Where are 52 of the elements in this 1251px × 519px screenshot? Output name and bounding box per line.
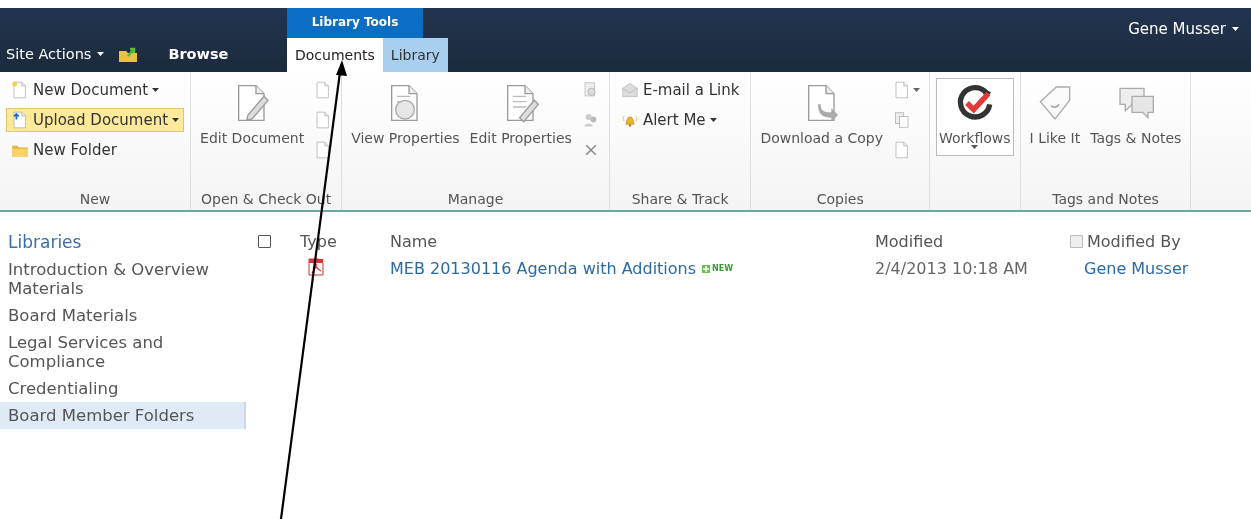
- site-actions-menu[interactable]: Site Actions: [6, 46, 105, 62]
- ribbon-button[interactable]: Alert Me: [615, 108, 745, 132]
- column-header[interactable]: Modified: [875, 232, 944, 251]
- ribbon-button[interactable]: View Properties: [348, 78, 463, 182]
- group-label: Share & Track: [630, 190, 730, 209]
- ribbon-button[interactable]: E-mail a Link: [615, 78, 745, 102]
- ribbon-button[interactable]: I Like It: [1026, 78, 1084, 182]
- sidebar-title[interactable]: Libraries: [0, 228, 246, 256]
- column-checkbox[interactable]: [1070, 235, 1083, 248]
- folder-arrow-icon[interactable]: [118, 46, 139, 62]
- caret-icon: [971, 145, 979, 149]
- copy-icon: [893, 111, 911, 129]
- user-menu[interactable]: Gene Musser: [1128, 20, 1239, 38]
- ribbon-button[interactable]: Tags & Notes: [1087, 78, 1185, 182]
- sidebar-item[interactable]: Board Materials: [0, 302, 246, 329]
- ribbon-tab[interactable]: Library: [382, 38, 448, 72]
- user-link[interactable]: Gene Musser: [1084, 259, 1189, 278]
- new-badge: NEW: [702, 264, 734, 273]
- caret-icon: [709, 118, 717, 122]
- column-header[interactable]: Name: [390, 232, 438, 251]
- group-label: Copies: [815, 190, 865, 209]
- caret-icon: [913, 88, 920, 92]
- group-label: Tags and Notes: [1051, 190, 1160, 209]
- browse-tab[interactable]: Browse: [168, 46, 229, 62]
- group-label: Manage: [446, 190, 505, 209]
- ribbon-button[interactable]: Edit Properties: [466, 78, 575, 182]
- caret-icon: [172, 118, 180, 122]
- caret-icon: [97, 52, 105, 56]
- upload-document-icon: [11, 111, 29, 129]
- select-all-checkbox[interactable]: [258, 235, 271, 248]
- ribbon-button[interactable]: Download a Copy: [757, 78, 886, 182]
- context-group-header: Library Tools: [287, 8, 423, 38]
- column-header[interactable]: Modified By: [1087, 232, 1181, 251]
- modified-cell: 2/4/2013 10:18 AM: [875, 259, 1028, 278]
- document-icon: [893, 81, 911, 99]
- sidebar-item[interactable]: Credentialing: [0, 375, 246, 402]
- ribbon-button[interactable]: Edit Document: [197, 78, 308, 182]
- ribbon-button[interactable]: Workflows: [936, 78, 1014, 156]
- envelope-icon: [620, 81, 639, 99]
- sidebar-item[interactable]: Introduction & Overview Materials: [0, 256, 246, 302]
- ribbon-tab[interactable]: Documents: [287, 38, 383, 72]
- document-link[interactable]: MEB 20130116 Agenda with Additions: [390, 259, 697, 278]
- document-icon: [893, 141, 911, 159]
- ribbon-button[interactable]: New Document: [6, 78, 185, 102]
- sidebar-item[interactable]: Legal Services and Compliance: [0, 329, 246, 375]
- ribbon-button[interactable]: New Folder: [6, 138, 185, 162]
- sidebar-item[interactable]: Board Member Folders: [0, 402, 246, 429]
- caret-icon: [152, 88, 160, 92]
- group-label: New: [78, 190, 112, 209]
- ribbon-button[interactable]: Upload Document: [6, 108, 185, 132]
- caret-icon: [1232, 27, 1239, 31]
- new-document-icon: [11, 81, 29, 99]
